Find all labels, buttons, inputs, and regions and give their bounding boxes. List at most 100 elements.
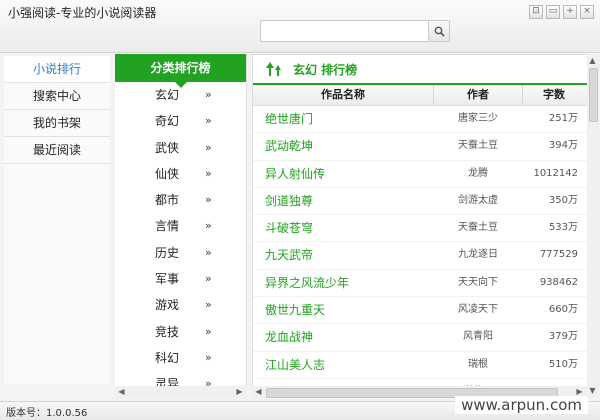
book-word-count: 510万 [548,358,578,370]
column-header-name[interactable]: 作品名称 [253,85,434,105]
chevron-right-icon: » [205,88,212,101]
maximize-button[interactable]: + [563,5,577,19]
book-word-count: 394万 [548,140,578,152]
restore-button[interactable]: ▭ [546,5,560,19]
search-button[interactable] [428,21,449,41]
category-horizontal-scrollbar[interactable]: ◀ ▶ [115,386,246,398]
book-author: 天蚕土豆 [458,140,498,152]
scroll-left-icon[interactable]: ◀ [254,387,263,397]
chevron-right-icon: » [205,114,212,128]
category-header: 分类排行榜 [115,54,246,88]
category-label: 军事 [155,272,180,287]
category-label: 都市 [155,193,180,208]
table-row[interactable]: 绝世唐门 唐家三少 251万 [253,106,587,134]
table-row[interactable]: 斗破苍穹 天蚕土豆 533万 [253,215,587,243]
category-column: 分类排行榜 玄幻 » 奇幻 » 武侠 » 仙侠 » 都市 » 言情 » 历史 » 军事 » 游戏… [115,54,247,391]
table-header: 作品名称 作者 字数 [253,85,587,106]
column-header-author[interactable]: 作者 [434,85,523,105]
table-row[interactable]: 龙血战神 风青阳 379万 [253,324,587,352]
book-name[interactable]: 江山美人志 [265,352,325,378]
table-row[interactable]: 江山美人志 瑞根 510万 [253,352,587,379]
scroll-right-icon[interactable]: ▶ [235,387,244,397]
chevron-right-icon: » [205,193,212,207]
book-word-count: 350万 [548,194,578,206]
book-author: 风青阳 [463,331,493,343]
book-author: 唐家三少 [458,113,498,124]
table-row[interactable]: 武动乾坤 天蚕土豆 394万 [253,133,587,161]
book-name[interactable]: 异人射仙传 [265,161,325,187]
category-label: 武侠 [155,140,180,155]
app-title: 小强阅读-专业的小说阅读器 [8,6,157,20]
category-item[interactable]: 武侠 » [115,135,246,161]
table-row[interactable]: 傲世九重天 风凌天下 660万 [253,297,587,325]
nav-item-search-center[interactable]: 搜索中心 [4,83,110,110]
ranking-rows: 绝世唐门 唐家三少 251万 武动乾坤 天蚕土豆 394万 异人射仙传 龙腾 1012142 剑道… [253,106,587,407]
book-author: 瑞根 [468,358,488,370]
book-name[interactable]: 傲世九重天 [265,297,325,323]
nav-item-recent-reading[interactable]: 最近阅读 [4,137,110,164]
chevron-right-icon: » [205,324,212,338]
category-item[interactable]: 言情 » [115,213,246,239]
category-item[interactable]: 玄幻 » [115,82,246,108]
table-row[interactable]: 异人射仙传 龙腾 1012142 [253,161,587,188]
ranking-header: 玄幻 排行榜 [253,55,587,85]
book-word-count: 660万 [548,304,578,316]
search-input[interactable] [261,21,433,41]
category-item[interactable]: 军事 » [115,266,246,292]
left-nav: 小说排行 搜索中心 我的书架 最近阅读 [4,56,110,384]
scroll-up-icon[interactable]: ▲ [588,56,597,66]
book-author: 龙腾 [468,167,488,179]
book-name[interactable]: 武动乾坤 [265,133,313,159]
chevron-right-icon: » [205,140,212,154]
nav-item-my-bookshelf[interactable]: 我的书架 [4,110,110,137]
chevron-right-icon: » [205,245,212,259]
status-bar: 版本号：1.0.0.56 www.arpun.com [0,396,600,420]
chevron-right-icon: » [205,298,212,312]
category-item[interactable]: 竞技 » [115,319,246,345]
ranking-panel: 玄幻 排行榜 作品名称 作者 字数 绝世唐门 唐家三少 251万 武动乾坤 天蚕土豆 39… [252,54,588,407]
book-author: 风凌天下 [458,304,498,316]
category-item[interactable]: 历史 » [115,240,246,266]
book-name[interactable]: 异界之风流少年 [265,270,349,296]
table-row[interactable]: 剑道独尊 剑游太虚 350万 [253,188,587,216]
book-word-count: 251万 [548,113,578,124]
ranking-vertical-scrollbar[interactable]: ▲ ▼ [587,54,599,398]
category-item[interactable]: 游戏 » [115,292,246,318]
book-name[interactable]: 斗破苍穹 [265,215,313,241]
vertical-scroll-thumb[interactable] [589,68,598,122]
book-author: 天天向下 [458,276,498,288]
category-label: 竞技 [155,324,180,339]
book-name[interactable]: 九天武帝 [265,242,313,268]
chevron-right-icon: » [205,166,212,180]
watermark: www.arpun.com [455,396,588,414]
version-label: 版本号：1.0.0.56 [6,408,88,419]
chevron-right-icon: » [205,272,212,286]
category-label: 游戏 [155,298,180,313]
ranking-up-arrows-icon [266,62,281,76]
scroll-down-icon[interactable]: ▼ [588,386,597,396]
category-item[interactable]: 仙侠 » [115,161,246,187]
category-item[interactable]: 科幻 » [115,345,246,371]
category-item[interactable]: 都市 » [115,187,246,213]
category-label: 历史 [155,245,180,260]
search-box [260,20,450,42]
table-row[interactable]: 九天武帝 九龙逐日 777529 [253,242,587,270]
book-author: 剑游太虚 [458,194,498,206]
book-name[interactable]: 剑道独尊 [265,188,313,214]
chevron-right-icon: » [205,219,212,233]
book-name[interactable]: 龙血战神 [265,324,313,350]
category-label: 奇幻 [155,114,180,129]
book-author: 九龙逐日 [458,249,498,261]
close-button[interactable]: × [580,5,594,19]
category-label: 科幻 [155,350,180,365]
skin-button[interactable]: ⊡ [529,5,543,19]
book-author: 天蚕土豆 [458,222,498,234]
category-item[interactable]: 奇幻 » [115,108,246,134]
scroll-left-icon[interactable]: ◀ [117,387,126,397]
book-word-count: 938462 [539,276,578,288]
table-row[interactable]: 异界之风流少年 天天向下 938462 [253,270,587,298]
book-name[interactable]: 绝世唐门 [265,106,313,132]
nav-item-novel-ranking[interactable]: 小说排行 [4,56,110,83]
column-header-count[interactable]: 字数 [523,85,585,105]
book-word-count: 533万 [548,222,578,234]
